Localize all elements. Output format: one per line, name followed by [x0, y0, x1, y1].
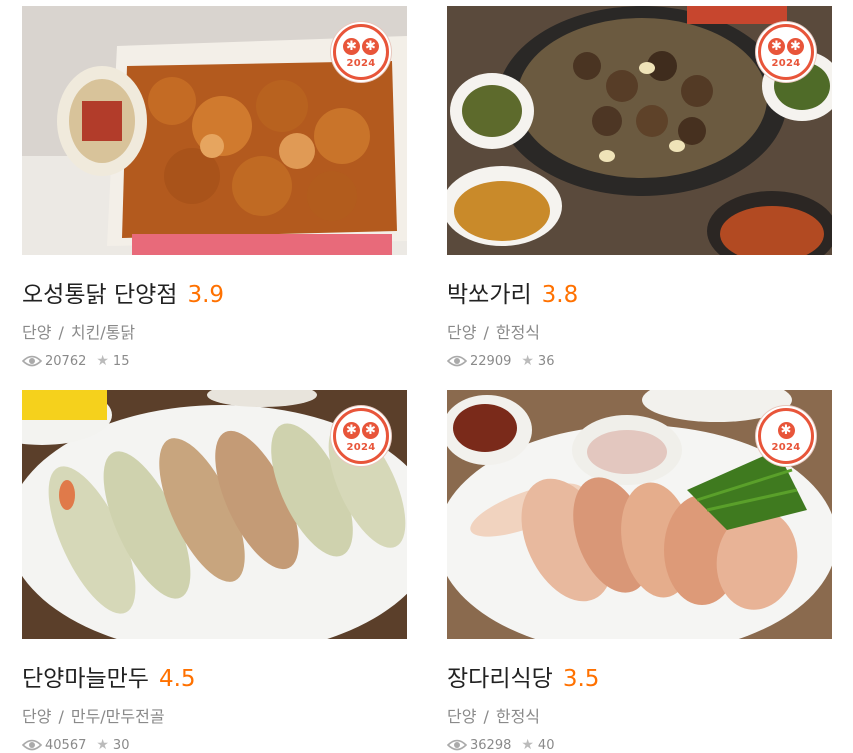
badge-flower-icon — [777, 421, 795, 439]
review-count: 36 — [537, 353, 555, 369]
meta-separator: / — [58, 707, 64, 726]
restaurant-meta: 단양 / 만두/만두전골 — [22, 703, 407, 727]
badge-year: 2024 — [771, 57, 801, 69]
badge-flower-icon — [362, 421, 379, 439]
category-label: 치킨/통닭 — [70, 323, 136, 342]
restaurant-meta: 단양 / 한정식 — [447, 703, 832, 727]
star-icon: ★ — [521, 353, 534, 369]
restaurant-name[interactable]: 박쏘가리 — [447, 275, 532, 309]
region-label: 단양 — [22, 707, 52, 726]
badge-stars — [343, 37, 379, 55]
restaurant-photo[interactable]: 2024 — [22, 6, 407, 255]
restaurant-score: 3.9 — [187, 282, 225, 308]
restaurant-card[interactable]: 2024 단양마늘만두 4.5 단양/만두/만두전골 40567 ★ 30 — [22, 390, 407, 753]
restaurant-score: 4.5 — [158, 666, 196, 692]
badge-year: 2024 — [346, 57, 376, 69]
meta-separator: / — [58, 323, 64, 342]
restaurant-meta: 단양 / 한정식 — [447, 319, 832, 343]
award-badge: 2024 — [333, 408, 389, 464]
eye-icon — [447, 739, 467, 751]
badge-stars — [343, 421, 379, 439]
region-label: 단양 — [447, 707, 477, 726]
restaurant-card[interactable]: 2024 오성통닭 단양점 3.9 단양 / 치킨/통닭 20762 ★ 15 — [22, 6, 407, 369]
region-label: 단양 — [22, 323, 52, 342]
view-count: 22909 — [470, 353, 512, 369]
restaurant-name[interactable]: 단양마늘만두 — [22, 659, 149, 693]
eye-icon — [22, 739, 42, 751]
badge-flower-icon — [787, 37, 804, 55]
badge-stars — [768, 37, 804, 55]
award-badge: 2024 — [758, 408, 814, 464]
badge-year: 2024 — [346, 441, 376, 453]
restaurant-score: 3.8 — [541, 282, 579, 308]
badge-flower-icon — [362, 37, 379, 55]
badge-flower-icon — [768, 37, 785, 55]
view-count: 36298 — [470, 737, 512, 753]
category-label: 한정식 — [495, 707, 541, 726]
restaurant-name[interactable]: 장다리식당 — [447, 659, 553, 693]
award-badge: 2024 — [333, 24, 389, 80]
award-badge: 2024 — [758, 24, 814, 80]
restaurant-stats: 20762 ★ 15 — [22, 353, 407, 369]
badge-year: 2024 — [771, 441, 801, 453]
badge-stars — [777, 421, 795, 439]
star-icon: ★ — [96, 353, 109, 369]
badge-flower-icon — [343, 421, 360, 439]
restaurant-photo[interactable]: 2024 — [447, 6, 832, 255]
title-row: 오성통닭 단양점 3.9 — [22, 275, 407, 309]
review-count: 40 — [537, 737, 555, 753]
eye-icon — [22, 355, 42, 367]
title-row: 단양마늘만두 4.5 — [22, 659, 407, 693]
restaurant-stats: 22909 ★ 36 — [447, 353, 832, 369]
meta-separator: / — [483, 707, 489, 726]
restaurant-card[interactable]: 2024 박쏘가리 3.8 단양 / 한정식 22909 ★ 36 — [447, 6, 832, 369]
badge-flower-icon — [343, 37, 360, 55]
restaurant-card[interactable]: 2024 장다리식당 3.5 단양/한정식 36298 ★ 40 — [447, 390, 832, 753]
title-row: 장다리식당 3.5 — [447, 659, 832, 693]
category-label: 한정식 — [495, 323, 541, 342]
category-label: 만두/만두전골 — [70, 707, 165, 726]
restaurant-photo[interactable]: 2024 — [447, 390, 832, 639]
restaurant-photo[interactable]: 2024 — [22, 390, 407, 639]
view-count: 40567 — [45, 737, 87, 753]
meta-separator: / — [483, 323, 489, 342]
restaurant-score: 3.5 — [562, 666, 600, 692]
review-count: 30 — [112, 737, 130, 753]
view-count: 20762 — [45, 353, 87, 369]
review-count: 15 — [112, 353, 130, 369]
restaurant-meta: 단양 / 치킨/통닭 — [22, 319, 407, 343]
eye-icon — [447, 355, 467, 367]
region-label: 단양 — [447, 323, 477, 342]
title-row: 박쏘가리 3.8 — [447, 275, 832, 309]
restaurant-name[interactable]: 오성통닭 단양점 — [22, 275, 177, 309]
